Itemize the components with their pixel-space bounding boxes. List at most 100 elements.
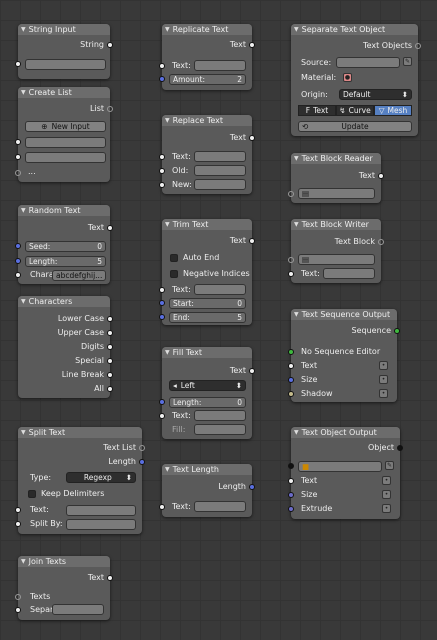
- update-button[interactable]: ⟲ Update: [298, 121, 412, 132]
- eyedropper-icon[interactable]: ✎: [385, 461, 394, 470]
- separator-socket[interactable]: [15, 607, 21, 613]
- characters-socket[interactable]: [15, 272, 21, 278]
- lower-case-socket[interactable]: [107, 316, 113, 322]
- node-header[interactable]: ▼ Text Block Reader: [291, 153, 381, 164]
- text-block-field[interactable]: ▤: [298, 188, 375, 199]
- text-field[interactable]: [66, 505, 136, 516]
- texts-socket[interactable]: [15, 594, 21, 600]
- split-by-field[interactable]: [66, 519, 136, 530]
- collapse-icon[interactable]: ▼: [165, 117, 170, 124]
- sequence-socket[interactable]: [288, 349, 294, 355]
- extrude-toggle[interactable]: •: [382, 504, 391, 513]
- node-replicate-text[interactable]: ▼ Replicate Text Text Text: Amount: 2: [159, 24, 255, 90]
- characters-field[interactable]: abcdefghij...: [52, 270, 106, 281]
- text-block-field[interactable]: ▤: [298, 254, 375, 265]
- new-socket[interactable]: [159, 182, 165, 188]
- output-socket[interactable]: [378, 239, 384, 245]
- auto-end-checkbox[interactable]: [170, 254, 178, 262]
- output-socket[interactable]: [249, 238, 255, 244]
- collapse-icon[interactable]: ▼: [294, 429, 299, 436]
- node-header[interactable]: ▼ Join Texts: [18, 556, 110, 567]
- node-replace-text[interactable]: ▼ Replace Text Text Text: Old: New:: [159, 115, 255, 194]
- node-header[interactable]: ▼ Trim Text: [162, 219, 252, 230]
- collapse-icon[interactable]: ▼: [294, 311, 299, 318]
- list-item-field[interactable]: [25, 137, 106, 148]
- length-socket[interactable]: [159, 399, 165, 405]
- text-list-socket[interactable]: [139, 445, 145, 451]
- size-socket[interactable]: [288, 492, 294, 498]
- text-block-socket[interactable]: [288, 257, 294, 263]
- line-break-socket[interactable]: [107, 372, 113, 378]
- output-socket[interactable]: [394, 328, 400, 334]
- text-field[interactable]: [194, 501, 246, 512]
- collapse-icon[interactable]: ▼: [165, 221, 170, 228]
- node-random-text[interactable]: ▼ Random Text Text Seed: 0 Length: 5 Chara …: [15, 205, 113, 284]
- start-field[interactable]: Start: 0: [169, 298, 246, 309]
- node-split-text[interactable]: ▼ Split Text Text List Length Type: Regex…: [15, 427, 145, 534]
- collapse-icon[interactable]: ▼: [165, 349, 170, 356]
- text-block-socket[interactable]: [288, 191, 294, 197]
- all-socket[interactable]: [107, 386, 113, 392]
- output-socket[interactable]: [378, 173, 384, 179]
- text-toggle[interactable]: •: [379, 361, 388, 370]
- output-socket[interactable]: [107, 106, 113, 112]
- text-socket[interactable]: [288, 271, 294, 277]
- negative-indices-checkbox[interactable]: [170, 270, 178, 278]
- size-socket[interactable]: [288, 377, 294, 383]
- separator-field[interactable]: [52, 604, 104, 615]
- output-socket[interactable]: [249, 42, 255, 48]
- collapse-icon[interactable]: ▼: [294, 221, 299, 228]
- seed-socket[interactable]: [15, 243, 21, 249]
- output-socket[interactable]: [397, 445, 403, 451]
- output-socket[interactable]: [107, 42, 113, 48]
- end-socket[interactable]: [159, 314, 165, 320]
- text-socket[interactable]: [159, 63, 165, 69]
- fill-field[interactable]: [194, 424, 246, 435]
- text-socket[interactable]: [288, 363, 294, 369]
- node-text-block-writer[interactable]: ▼ Text Block Writer Text Block ▤ Text:: [288, 219, 384, 283]
- string-field[interactable]: [25, 59, 106, 70]
- output-socket[interactable]: [249, 368, 255, 374]
- object-field[interactable]: ■: [298, 461, 382, 472]
- node-characters[interactable]: ▼ Characters Lower Case Upper Case Digits…: [18, 296, 113, 398]
- align-dropdown[interactable]: ◂ Left ⬍: [169, 380, 246, 391]
- node-header[interactable]: ▼ Replicate Text: [162, 24, 252, 35]
- node-header[interactable]: ▼ Text Length: [162, 464, 252, 475]
- text-socket[interactable]: [159, 154, 165, 160]
- collapse-icon[interactable]: ▼: [165, 26, 170, 33]
- text-socket[interactable]: [159, 287, 165, 293]
- output-socket[interactable]: [249, 484, 255, 490]
- list-item-field[interactable]: [25, 152, 106, 163]
- object-socket[interactable]: [288, 463, 294, 469]
- new-field[interactable]: [194, 179, 246, 190]
- output-socket[interactable]: [107, 225, 113, 231]
- size-toggle[interactable]: •: [382, 490, 391, 499]
- special-socket[interactable]: [107, 358, 113, 364]
- eyedropper-icon[interactable]: ✎: [403, 57, 412, 66]
- old-field[interactable]: [194, 165, 246, 176]
- node-join-texts[interactable]: ▼ Join Texts Text Texts Separ: [15, 556, 113, 620]
- digits-socket[interactable]: [107, 344, 113, 350]
- old-socket[interactable]: [159, 168, 165, 174]
- text-socket[interactable]: [15, 507, 21, 513]
- text-socket[interactable]: [159, 504, 165, 510]
- material-icon[interactable]: ●: [343, 73, 352, 82]
- amount-socket[interactable]: [159, 76, 165, 82]
- length-socket[interactable]: [15, 258, 21, 264]
- shadow-socket[interactable]: [288, 391, 294, 397]
- upper-case-socket[interactable]: [107, 330, 113, 336]
- node-header[interactable]: ▼ Split Text: [18, 427, 142, 438]
- collapse-icon[interactable]: ▼: [21, 26, 26, 33]
- collapse-icon[interactable]: ▼: [21, 89, 26, 96]
- text-socket[interactable]: [159, 413, 165, 419]
- node-text-length[interactable]: ▼ Text Length Length Text:: [159, 464, 255, 517]
- node-header[interactable]: ▼ Separate Text Object: [291, 24, 418, 35]
- node-header[interactable]: ▼ Text Object Output: [291, 427, 400, 438]
- input-socket[interactable]: [15, 154, 21, 160]
- text-field[interactable]: [323, 268, 375, 279]
- node-header[interactable]: ▼ Random Text: [18, 205, 110, 216]
- collapse-icon[interactable]: ▼: [294, 26, 299, 33]
- input-socket[interactable]: [15, 139, 21, 145]
- length-socket[interactable]: [139, 459, 145, 465]
- node-header[interactable]: ▼ String Input: [18, 24, 110, 35]
